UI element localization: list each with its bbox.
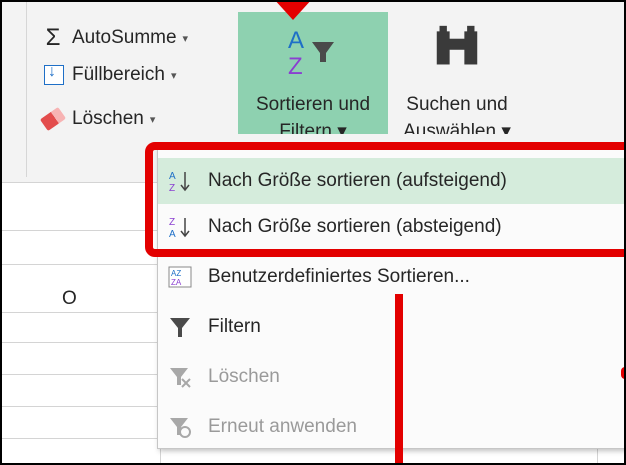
fill-button[interactable]: Füllbereich ▾ (40, 63, 177, 86)
grid-line (2, 374, 162, 375)
autosum-label: AutoSumme (72, 27, 177, 48)
clear-button[interactable]: Löschen ▾ (39, 106, 156, 132)
find-select-label-1: Suchen und (406, 94, 508, 115)
menu-item-reapply[interactable]: Erneut anwenden (158, 404, 624, 450)
custom-sort-icon: AZ ZA (168, 265, 192, 289)
grid-line (2, 438, 162, 439)
annotation-arrow-icon (273, 2, 313, 20)
annotation-highlight-box (145, 142, 624, 257)
sort-filter-button[interactable]: A Z Sortieren und Filtern ▾ (238, 12, 388, 134)
svg-text:A: A (288, 27, 304, 54)
sort-filter-label-2: Filtern ▾ (279, 121, 347, 134)
menu-item-label: Filtern (208, 316, 261, 337)
chevron-down-icon: ▾ (170, 69, 177, 82)
sort-filter-label-1: Sortieren und (255, 94, 371, 115)
svg-text:Z: Z (288, 53, 303, 80)
menu-item-label: Erneut anwenden (208, 416, 357, 437)
grid-line (2, 312, 162, 313)
menu-item-filter[interactable]: Filtern (158, 304, 624, 350)
svg-text:AZ: AZ (171, 269, 181, 278)
sort-filter-icon: A Z (288, 27, 334, 80)
grid-line (2, 264, 162, 265)
clear-filter-icon (168, 365, 192, 389)
find-select-label-2: Auswählen ▾ (403, 121, 511, 134)
screenshot-frame: Σ AutoSumme ▾ Füllbereich ▾ Löschen ▾ A … (0, 0, 626, 465)
menu-item-label: Benutzerdefiniertes Sortieren... (208, 266, 470, 287)
reapply-icon (168, 415, 192, 439)
annotation-mark (621, 367, 624, 379)
sigma-icon: Σ (45, 24, 61, 51)
annotation-line (395, 294, 403, 463)
fill-down-icon (44, 63, 64, 85)
filter-icon (168, 315, 192, 339)
chevron-down-icon: ▾ (149, 113, 156, 126)
grid-line (2, 230, 162, 231)
find-select-button[interactable]: Suchen und Auswählen ▾ (392, 12, 522, 134)
autosum-button[interactable]: Σ AutoSumme ▾ (40, 24, 189, 52)
binoculars-icon (436, 25, 478, 65)
grid-line (2, 406, 162, 407)
svg-text:ZA: ZA (171, 278, 182, 287)
menu-item-custom-sort[interactable]: AZ ZA Benutzerdefiniertes Sortieren... (158, 254, 624, 300)
ribbon-divider (26, 2, 27, 177)
grid-line (2, 342, 162, 343)
menu-item-clear-filter[interactable]: Löschen (158, 354, 624, 400)
eraser-icon (39, 106, 67, 132)
column-header-o[interactable]: O (62, 288, 77, 310)
chevron-down-icon: ▾ (182, 32, 189, 45)
fill-label: Füllbereich (72, 64, 165, 85)
menu-item-label: Löschen (208, 366, 280, 387)
clear-label: Löschen (72, 108, 144, 129)
